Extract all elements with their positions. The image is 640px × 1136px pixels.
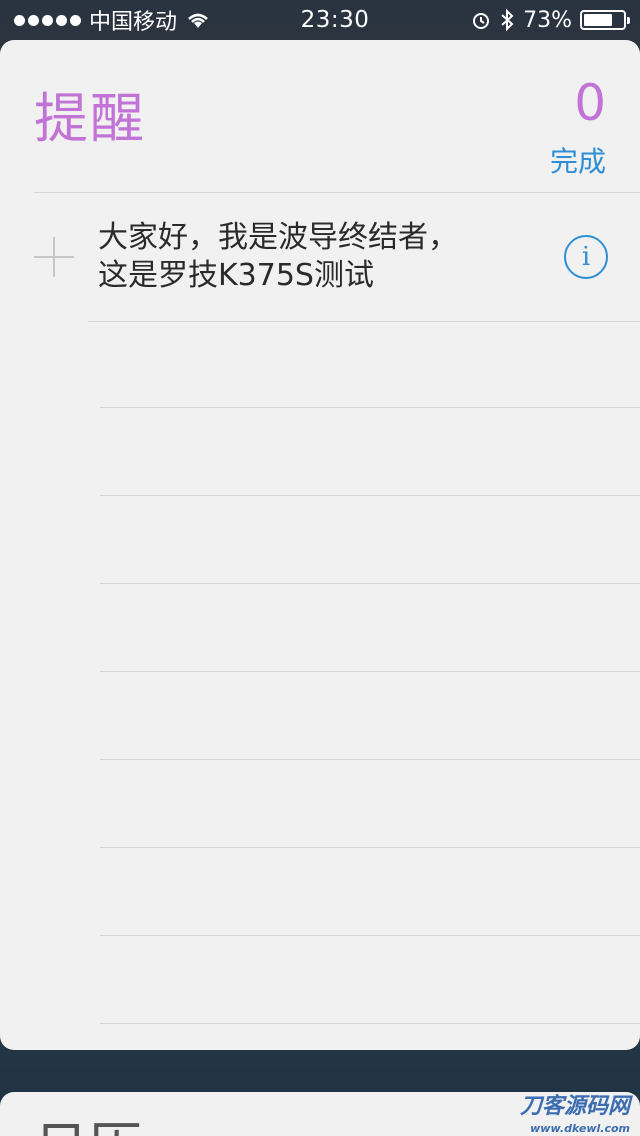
completed-count: 0 (574, 74, 606, 132)
empty-line (100, 1023, 640, 1024)
empty-line (100, 847, 640, 848)
status-left: 中国移动 (14, 4, 274, 36)
reminder-text[interactable]: 大家好，我是波导终结者， 这是罗技K375S测试 (98, 219, 518, 295)
status-right: 73% (396, 7, 630, 33)
done-button[interactable]: 完成 (550, 140, 606, 180)
widget-header: 提醒 0 完成 (0, 40, 640, 192)
empty-line (100, 759, 640, 760)
reminders-widget: 提醒 0 完成 大家好，我是波导终结者， 这是罗技K375S测试 i (0, 40, 640, 1050)
status-time: 23:30 (300, 7, 370, 33)
bluetooth-icon (501, 8, 514, 32)
wifi-icon (188, 13, 208, 28)
signal-dots-icon (14, 14, 81, 26)
empty-line (100, 935, 640, 936)
empty-line (100, 583, 640, 584)
alarm-icon (473, 13, 490, 29)
watermark-url: www.dkewl.com (530, 1122, 630, 1135)
watermark-brand: 刀客源码网 (519, 1094, 630, 1119)
widget-title[interactable]: 提醒 (34, 74, 146, 153)
carrier-label: 中国移动 (89, 10, 178, 35)
watermark: 刀客源码网 www.dkewl.com (520, 1096, 630, 1136)
calendar-widget-title: 日历 (34, 1118, 142, 1136)
battery-percent: 73% (523, 7, 572, 33)
empty-line (100, 407, 640, 408)
empty-line (100, 671, 640, 672)
reminder-item[interactable]: 大家好，我是波导终结者， 这是罗技K375S测试 i (0, 193, 640, 321)
empty-line (100, 495, 640, 496)
plus-icon[interactable] (34, 237, 74, 277)
status-bar: 中国移动 23:30 73% (0, 0, 640, 40)
battery-icon (580, 10, 630, 30)
empty-line (88, 321, 640, 322)
battery-level-fill (584, 14, 612, 26)
info-icon[interactable]: i (564, 235, 608, 279)
